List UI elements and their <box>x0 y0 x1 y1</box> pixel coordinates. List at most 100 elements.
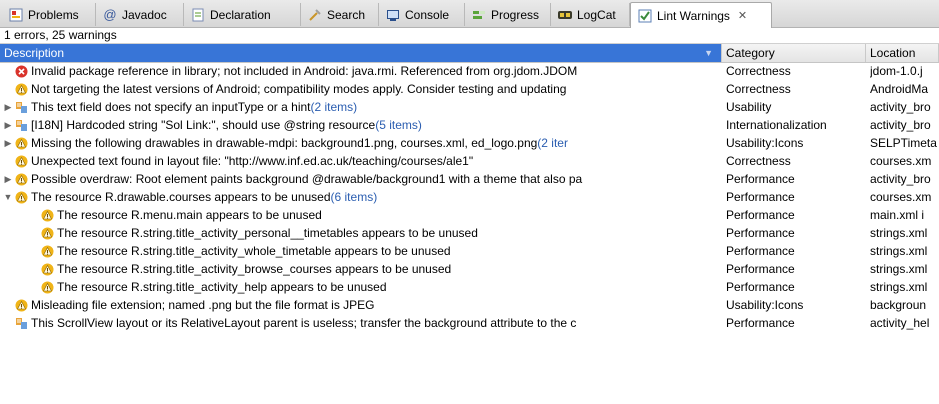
issue-text: Misleading file extension; named .png bu… <box>31 298 375 312</box>
tab-console[interactable]: Console <box>379 3 465 26</box>
category-cell: Performance <box>726 226 795 240</box>
sort-descending-icon: ▼ <box>704 48 713 58</box>
location-cell: courses.xm <box>870 154 932 168</box>
tab-label: LogCat <box>577 7 616 22</box>
warning-icon <box>40 280 54 294</box>
column-header-category[interactable]: Category <box>722 44 866 62</box>
issue-text: The resource R.menu.main appears to be u… <box>57 208 322 222</box>
tab-javadoc[interactable]: @ Javadoc <box>96 3 184 26</box>
category-cell: Performance <box>726 190 795 204</box>
table-row[interactable]: The resource R.menu.main appears to be u… <box>0 206 939 224</box>
issue-text: Invalid package reference in library; no… <box>31 64 578 78</box>
table-row[interactable]: Not targeting the latest versions of And… <box>0 80 939 98</box>
issue-text: Unexpected text found in layout file: "h… <box>31 154 474 168</box>
category-cell: Correctness <box>726 154 791 168</box>
issue-text: This text field does not specify an inpu… <box>31 100 311 114</box>
table-header: Description ▼ Category Location <box>0 43 939 63</box>
description-cell: ▶ [I18N] Hardcoded string "Sol Link:", sh… <box>0 116 724 134</box>
warning-icon <box>40 262 54 276</box>
category-cell: Internationalization <box>726 118 827 132</box>
location-cell: activity_bro <box>870 100 931 114</box>
description-cell: The resource R.menu.main appears to be u… <box>0 206 750 224</box>
location-cell: backgroun <box>870 298 927 312</box>
problems-icon <box>8 7 24 23</box>
tab-label: Progress <box>491 7 540 22</box>
declaration-icon <box>190 7 206 23</box>
issue-text: The resource R.string.title_activity_per… <box>57 226 478 240</box>
table-row[interactable]: ▼ The resource R.drawable.courses appears… <box>0 188 939 206</box>
description-cell: The resource R.string.title_activity_bro… <box>0 260 750 278</box>
description-cell: This ScrollView layout or its RelativeLa… <box>0 314 724 332</box>
tab-problems[interactable]: Problems <box>2 3 96 26</box>
item-count: (2 items) <box>310 100 358 114</box>
location-cell: jdom-1.0.j <box>870 64 923 78</box>
issue-text: Possible overdraw: Root element paints b… <box>31 172 583 186</box>
description-cell: ▶ This text field does not specify an inp… <box>0 98 724 116</box>
category-cell: Performance <box>726 244 795 258</box>
description-cell: Invalid package reference in library; no… <box>0 62 724 80</box>
location-cell: strings.xml <box>870 262 928 276</box>
table-row[interactable]: ▶ Possible overdraw: Root element paints … <box>0 170 939 188</box>
location-cell: AndroidMa <box>870 82 929 96</box>
location-cell: activity_hel <box>870 316 930 330</box>
location-cell: SELPTimeta <box>870 136 937 150</box>
table-row[interactable]: The resource R.string.title_activity_who… <box>0 242 939 260</box>
column-header-description[interactable]: Description ▼ <box>0 44 722 62</box>
table-row[interactable]: Invalid package reference in library; no… <box>0 62 939 80</box>
category-cell: Performance <box>726 208 795 222</box>
tab-lint-warnings[interactable]: Lint Warnings ✕ <box>630 2 772 28</box>
warning-icon <box>14 190 28 204</box>
tab-label: Console <box>405 7 450 22</box>
warning-icon <box>14 172 28 186</box>
issue-text: The resource R.string.title_activity_hel… <box>57 280 387 294</box>
item-count: (6 items) <box>330 190 378 204</box>
tab-label: Search <box>327 7 366 22</box>
location-cell: activity_bro <box>870 118 931 132</box>
category-cell: Usability <box>726 100 772 114</box>
warning-icon <box>14 136 28 150</box>
location-cell: strings.xml <box>870 280 928 294</box>
warning-icon <box>40 226 54 240</box>
tab-logcat[interactable]: LogCat <box>551 3 630 26</box>
description-cell: ▶ Possible overdraw: Root element paints … <box>0 170 724 188</box>
item-count: (5 items) <box>375 118 422 132</box>
table-row[interactable]: This ScrollView layout or its RelativeLa… <box>0 314 939 332</box>
description-cell: Misleading file extension; named .png bu… <box>0 296 724 314</box>
expand-icon[interactable]: ▶ <box>2 116 14 134</box>
search-icon <box>307 7 323 23</box>
expand-icon[interactable]: ▶ <box>2 134 14 152</box>
description-cell: ▶ Missing the following drawables in draw… <box>0 134 724 152</box>
table-row[interactable]: The resource R.string.title_activity_per… <box>0 224 939 242</box>
description-cell: Not targeting the latest versions of And… <box>0 80 724 98</box>
table-row[interactable]: ▶ This text field does not specify an inp… <box>0 98 939 116</box>
warning-icon <box>40 244 54 258</box>
tab-search[interactable]: Search <box>301 3 379 26</box>
lint-warnings-table: Invalid package reference in library; no… <box>0 62 939 332</box>
location-cell: strings.xml <box>870 226 928 240</box>
issue-text: The resource R.string.title_activity_who… <box>57 244 451 258</box>
warning-icon <box>40 208 54 222</box>
column-header-location[interactable]: Location <box>866 44 939 62</box>
lint-info-icon <box>14 100 28 114</box>
category-cell: Correctness <box>726 64 791 78</box>
logcat-icon <box>557 7 573 23</box>
expand-icon[interactable]: ▶ <box>2 170 14 188</box>
table-row[interactable]: Misleading file extension; named .png bu… <box>0 296 939 314</box>
table-row[interactable]: ▶ Missing the following drawables in draw… <box>0 134 939 152</box>
table-row[interactable]: Unexpected text found in layout file: "h… <box>0 152 939 170</box>
category-cell: Performance <box>726 172 795 186</box>
expand-icon[interactable]: ▶ <box>2 98 14 116</box>
description-cell: The resource R.string.title_activity_hel… <box>0 278 750 296</box>
table-row[interactable]: The resource R.string.title_activity_hel… <box>0 278 939 296</box>
tab-progress[interactable]: Progress <box>465 3 551 26</box>
collapse-icon[interactable]: ▼ <box>2 188 14 206</box>
category-cell: Correctness <box>726 82 791 96</box>
table-row[interactable]: The resource R.string.title_activity_bro… <box>0 260 939 278</box>
tab-declaration[interactable]: Declaration <box>184 3 301 26</box>
table-row[interactable]: ▶ [I18N] Hardcoded string "Sol Link:", sh… <box>0 116 939 134</box>
warning-icon <box>14 154 28 168</box>
issue-text: Not targeting the latest versions of And… <box>31 82 567 96</box>
category-cell: Performance <box>726 262 795 276</box>
lint-info-icon <box>14 316 28 330</box>
close-icon[interactable]: ✕ <box>738 9 747 22</box>
